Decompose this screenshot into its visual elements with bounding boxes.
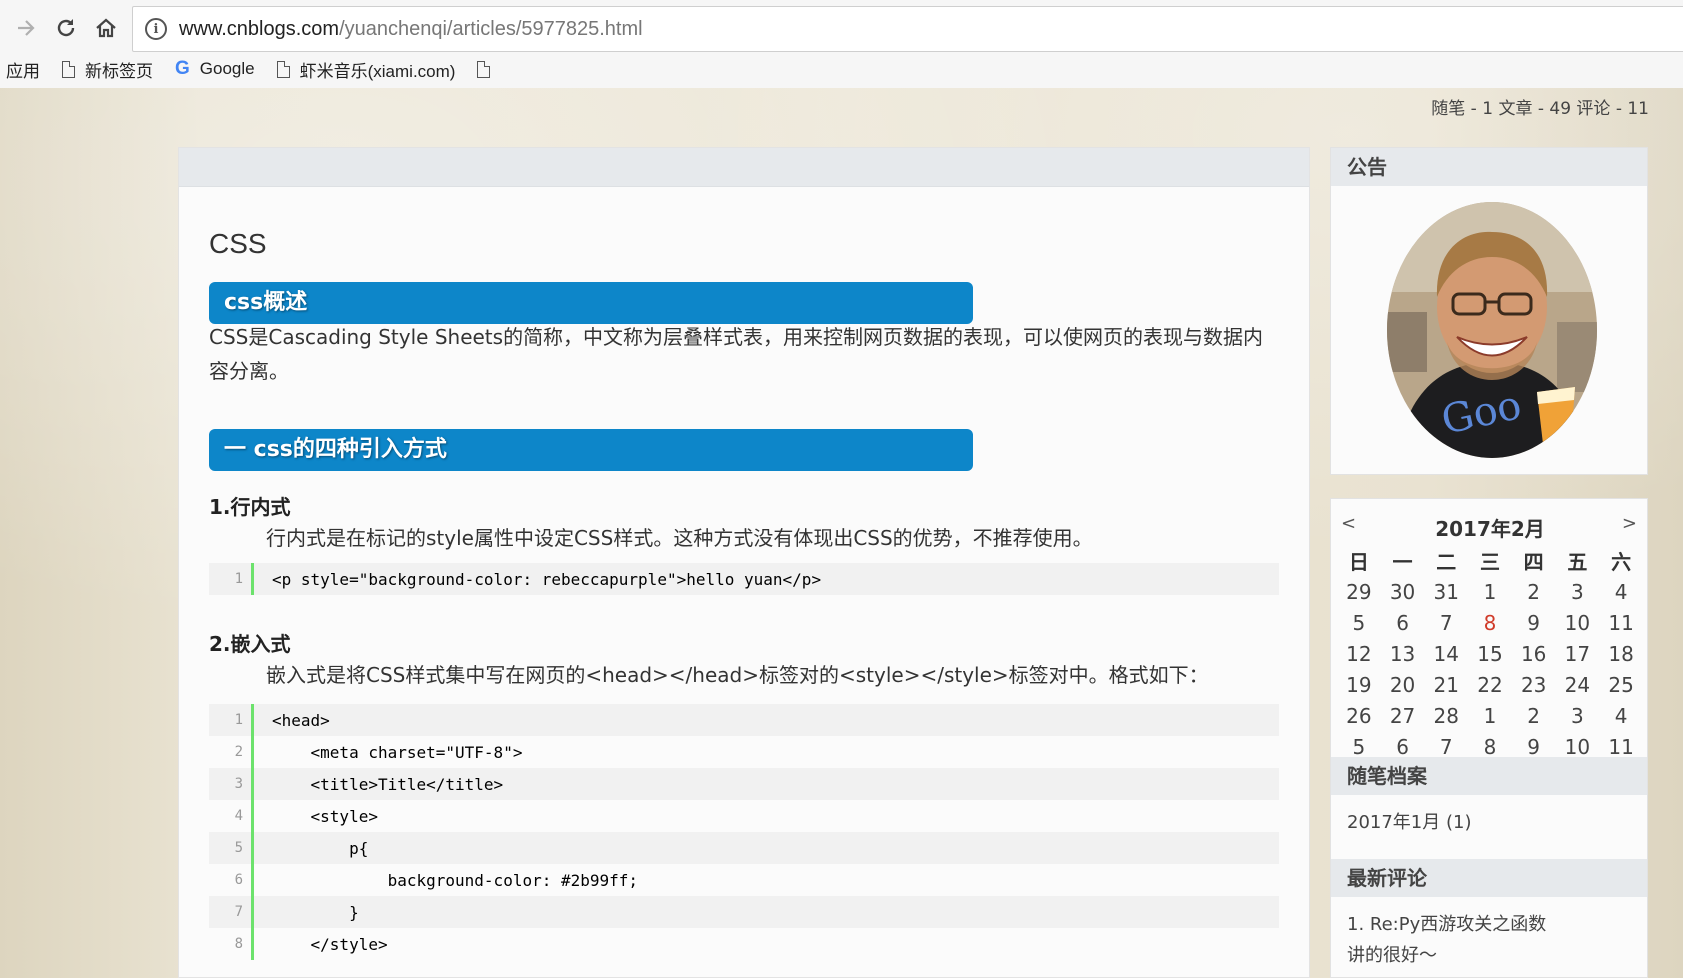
- code-line: 1 <p style="background-color: rebeccapur…: [209, 563, 1279, 595]
- google-icon: G: [175, 58, 190, 79]
- calendar-week-row: 29 30 31 1 2 3 4: [1346, 579, 1628, 604]
- code-line: 7 }: [209, 896, 1279, 928]
- comments-list: 1. Re:Py西游攻关之函数 讲的很好～: [1331, 897, 1647, 971]
- reload-icon: [57, 19, 75, 37]
- post-header-bar: [179, 148, 1309, 187]
- section-heading-import-methods: 一 css的四种引入方式: [209, 429, 973, 471]
- archive-section: 随笔档案 2017年1月 (1): [1331, 757, 1647, 857]
- inline-code-block: 1 <p style="background-color: rebeccapur…: [209, 563, 1279, 595]
- embed-description: 嵌入式是将CSS样式集中写在网页的<head></head>标签对的<style…: [266, 663, 1209, 687]
- calendar-week-row: 26 27 28 1 2 3 4: [1346, 703, 1628, 728]
- page-icon: [477, 60, 491, 78]
- calendar-grid: 日 一 二 三 四 五 六 29 30 31 1 2 3 4 5 6 7 8 9 10 11 12 13 1…: [1337, 545, 1643, 762]
- calendar-week-row: 5 6 7 8 9 10 11: [1337, 607, 1643, 638]
- comments-title: 最新评论: [1331, 859, 1647, 897]
- code-line: 8 </style>: [209, 928, 1279, 960]
- info-icon[interactable]: i: [145, 18, 167, 40]
- bookmark-blank[interactable]: [477, 60, 500, 78]
- calendar-month-title: 2017年2月: [1435, 517, 1545, 541]
- reload-button[interactable]: [48, 10, 84, 46]
- calendar-day-highlighted[interactable]: 8: [1468, 607, 1512, 638]
- calendar-panel: < 2017年2月 > 日 一 二 三 四 五 六 29 30 31 1 2 3 4 567…: [1330, 498, 1648, 978]
- code-text: <p style="background-color: rebeccapurpl…: [272, 569, 822, 589]
- code-line: 5 p{: [209, 832, 1279, 864]
- forward-button[interactable]: [8, 10, 44, 46]
- page-icon: [62, 60, 75, 78]
- calendar-weekday-row: 日 一 二 三 四 五 六: [1348, 550, 1632, 574]
- url-text: www.cnblogs.com/yuanchenqi/articles/5977…: [179, 17, 643, 40]
- home-icon: [96, 18, 116, 38]
- archive-list: 2017年1月 (1): [1331, 795, 1647, 857]
- calendar-week-row: 19 20 21 22 23 24 25: [1346, 672, 1634, 697]
- bookmark-xiami[interactable]: 虾米音乐(xiami.com): [276, 57, 455, 82]
- code-line: 2 <meta charset="UTF-8">: [209, 736, 1279, 768]
- post-container: CSS css概述 CSS是Cascading Style Sheets的简称，…: [178, 147, 1310, 978]
- browser-chrome: i www.cnblogs.com/yuanchenqi/articles/59…: [0, 0, 1683, 89]
- calendar-next-button[interactable]: >: [1622, 513, 1637, 534]
- inline-heading: 1.行内式: [209, 495, 291, 519]
- avatar-photo: Goo: [1387, 202, 1597, 458]
- notice-title: 公告: [1331, 148, 1647, 186]
- blog-stats: 随笔 - 1 文章 - 49 评论 - 11: [1431, 99, 1649, 119]
- embed-heading: 2.嵌入式: [209, 632, 291, 656]
- intro-paragraph: CSS是Cascading Style Sheets的简称，中文称为层叠样式表，…: [209, 325, 1264, 383]
- bookmarks-bar: 应用 新标签页 G Google 虾米音乐(xiami.com): [0, 54, 522, 84]
- arrow-right-icon: [18, 20, 35, 36]
- code-line: 4 <style>: [209, 800, 1279, 832]
- post-title[interactable]: CSS: [209, 228, 267, 260]
- comment-link[interactable]: 1. Re:Py西游攻关之函数: [1347, 909, 1647, 940]
- archive-link[interactable]: 2017年1月 (1): [1347, 807, 1647, 838]
- avatar[interactable]: Goo: [1387, 202, 1597, 458]
- code-line: 1 <head>: [209, 704, 1279, 736]
- bookmark-google[interactable]: G Google: [175, 58, 255, 80]
- comment-text: 讲的很好～: [1347, 945, 1437, 966]
- archive-title: 随笔档案: [1331, 757, 1647, 795]
- address-bar[interactable]: i www.cnblogs.com/yuanchenqi/articles/59…: [132, 6, 1683, 52]
- page-icon: [276, 60, 290, 78]
- code-line: 6 background-color: #2b99ff;: [209, 864, 1279, 896]
- code-line: 3 <title>Title</title>: [209, 768, 1279, 800]
- embed-code-block: 1 <head> 2 <meta charset="UTF-8"> 3 <titl…: [209, 704, 1279, 960]
- home-button[interactable]: [88, 10, 124, 46]
- comments-section: 最新评论 1. Re:Py西游攻关之函数 讲的很好～: [1331, 859, 1647, 971]
- calendar-week-row: 12 13 14 15 16 17 18: [1346, 641, 1634, 666]
- bookmark-new-tab[interactable]: 新标签页: [62, 57, 153, 82]
- inline-description: 行内式是在标记的style属性中设定CSS样式。这种方式没有体现出CSS的优势，…: [266, 526, 1093, 550]
- notice-panel: 公告 Goo: [1330, 147, 1648, 475]
- bookmark-apps[interactable]: 应用: [6, 57, 40, 82]
- section-heading-overview: css概述: [209, 282, 973, 324]
